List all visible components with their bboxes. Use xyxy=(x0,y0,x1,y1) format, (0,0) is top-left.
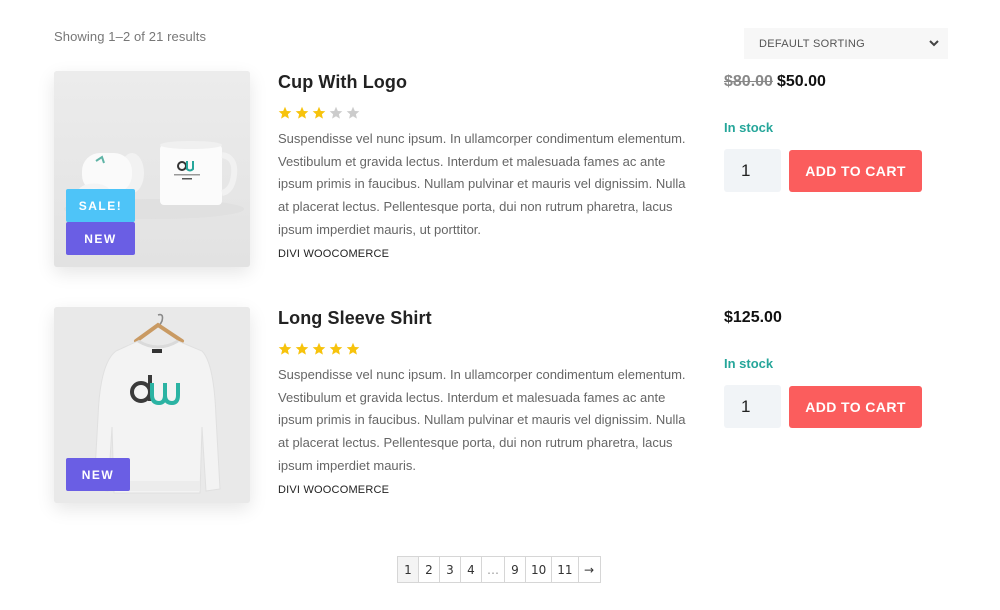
page-link[interactable]: 2 xyxy=(419,557,440,582)
star-filled-icon xyxy=(329,342,343,355)
regular-price: $125.00 xyxy=(724,309,782,326)
page-link[interactable]: 3 xyxy=(440,557,461,582)
new-badge: NEW xyxy=(66,222,135,255)
product-image-mug[interactable]: SALE! NEW xyxy=(54,71,250,267)
product-category-link[interactable]: DIVI WOOCOMERCE xyxy=(278,484,698,496)
next-page-arrow-icon[interactable]: → xyxy=(579,557,600,582)
stock-status: In stock xyxy=(724,356,774,371)
new-badge: NEW xyxy=(66,458,130,491)
star-filled-icon xyxy=(295,342,309,355)
quantity-input[interactable]: 1 xyxy=(724,149,781,192)
stock-status: In stock xyxy=(724,120,774,135)
product-item: NEW Long Sleeve Shirt Suspendisse vel nu… xyxy=(54,307,954,507)
product-item: SALE! NEW Cup With Logo Suspendisse vel … xyxy=(54,71,954,271)
star-empty-icon xyxy=(346,106,360,119)
add-to-cart-button[interactable]: ADD TO CART xyxy=(789,385,922,428)
product-image-sweatshirt[interactable]: NEW xyxy=(54,307,250,503)
star-filled-icon xyxy=(278,106,292,119)
star-empty-icon xyxy=(329,106,343,119)
product-description: Suspendisse vel nunc ipsum. In ullamcorp… xyxy=(278,367,686,473)
star-rating xyxy=(278,342,698,358)
pagination: 1 2 3 4 … 9 10 11 → xyxy=(397,556,601,583)
product-title[interactable]: Long Sleeve Shirt xyxy=(278,308,698,330)
quantity-input[interactable]: 1 xyxy=(724,385,781,428)
page-link[interactable]: 9 xyxy=(505,557,526,582)
original-price: $80.00 xyxy=(724,73,773,90)
star-filled-icon xyxy=(346,342,360,355)
result-count: Showing 1–2 of 21 results xyxy=(54,29,207,44)
star-filled-icon xyxy=(278,342,292,355)
product-category-link[interactable]: DIVI WOOCOMERCE xyxy=(278,248,698,260)
star-rating xyxy=(278,106,698,122)
chevron-down-icon xyxy=(928,38,940,50)
page-ellipsis: … xyxy=(482,557,505,582)
add-to-cart-button[interactable]: ADD TO CART xyxy=(789,149,922,192)
page-link[interactable]: 10 xyxy=(526,557,553,582)
sale-price: $50.00 xyxy=(776,73,826,90)
product-title[interactable]: Cup With Logo xyxy=(278,72,698,94)
product-price: $80.00 $50.00 xyxy=(724,73,944,95)
sort-select[interactable]: DEFAULT SORTING xyxy=(744,28,948,59)
sale-badge: SALE! xyxy=(66,189,135,222)
sort-select-value: DEFAULT SORTING xyxy=(759,37,865,50)
product-description: Suspendisse vel nunc ipsum. In ullamcorp… xyxy=(278,131,686,237)
page-link[interactable]: 11 xyxy=(552,557,579,582)
page-link[interactable]: 4 xyxy=(461,557,482,582)
star-filled-icon xyxy=(312,342,326,355)
product-price: $125.00 xyxy=(724,309,944,331)
page-link[interactable]: 1 xyxy=(398,557,419,582)
star-filled-icon xyxy=(295,106,309,119)
star-filled-icon xyxy=(312,106,326,119)
